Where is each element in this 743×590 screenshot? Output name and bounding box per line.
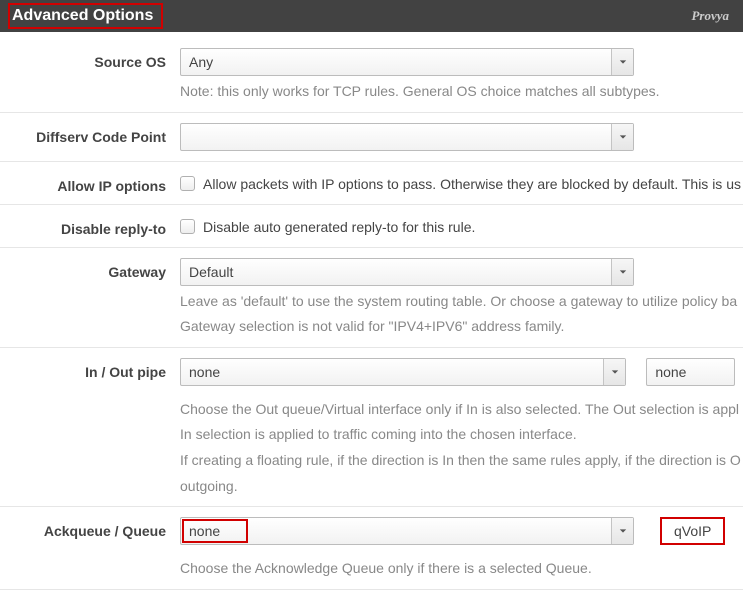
label-diffserv: Diffserv Code Point xyxy=(0,123,180,145)
chevron-down-icon xyxy=(611,259,633,285)
row-source-os: Source OS Any Note: this only works for … xyxy=(0,38,743,113)
row-pipe: In / Out pipe none none Choose the Out q… xyxy=(0,348,743,507)
chevron-down-icon xyxy=(611,49,633,75)
select-source-os[interactable]: Any xyxy=(180,48,634,76)
select-pipe-out-value: none xyxy=(655,364,686,380)
help-gateway-2: Gateway selection is not valid for "IPV4… xyxy=(180,317,735,337)
label-disable-reply: Disable reply-to xyxy=(0,215,180,237)
row-allow-ip: Allow IP options Allow packets with IP o… xyxy=(0,162,743,205)
select-pipe-in-value: none xyxy=(189,364,220,380)
select-ackqueue-right-value: qVoIP xyxy=(674,523,711,539)
help-pipe-4: outgoing. xyxy=(180,477,735,497)
select-source-os-value: Any xyxy=(189,54,213,70)
help-source-os: Note: this only works for TCP rules. Gen… xyxy=(180,82,735,102)
form-body: Source OS Any Note: this only works for … xyxy=(0,32,743,590)
row-diffserv: Diffserv Code Point xyxy=(0,113,743,162)
select-ackqueue-left-value: none xyxy=(189,523,220,539)
select-diffserv[interactable] xyxy=(180,123,634,151)
text-disable-reply: Disable auto generated reply-to for this… xyxy=(203,219,475,235)
panel-header: Advanced Options Provya xyxy=(0,0,743,32)
help-pipe-3: If creating a floating rule, if the dire… xyxy=(180,451,735,471)
label-pipe: In / Out pipe xyxy=(0,358,180,380)
brand-label: Provya xyxy=(691,8,729,24)
checkbox-allow-ip[interactable] xyxy=(180,176,195,191)
chevron-down-icon xyxy=(611,518,633,544)
select-pipe-out[interactable]: none xyxy=(646,358,735,386)
label-gateway: Gateway xyxy=(0,258,180,280)
help-gateway-1: Leave as 'default' to use the system rou… xyxy=(180,292,735,312)
panel-title: Advanced Options xyxy=(8,3,163,29)
select-gateway-value: Default xyxy=(189,264,233,280)
chevron-down-icon xyxy=(611,124,633,150)
label-ackqueue: Ackqueue / Queue xyxy=(0,517,180,539)
help-ackqueue: Choose the Acknowledge Queue only if the… xyxy=(180,559,735,579)
label-source-os: Source OS xyxy=(0,48,180,70)
select-pipe-in[interactable]: none xyxy=(180,358,626,386)
help-pipe-2: In selection is applied to traffic comin… xyxy=(180,425,735,445)
checkbox-disable-reply[interactable] xyxy=(180,219,195,234)
help-pipe-1: Choose the Out queue/Virtual interface o… xyxy=(180,400,735,420)
chevron-down-icon xyxy=(603,359,625,385)
label-allow-ip: Allow IP options xyxy=(0,172,180,194)
text-allow-ip: Allow packets with IP options to pass. O… xyxy=(203,176,741,192)
row-ackqueue: Ackqueue / Queue none qVoIP Choose the A… xyxy=(0,507,743,590)
row-gateway: Gateway Default Leave as 'default' to us… xyxy=(0,248,743,348)
select-gateway[interactable]: Default xyxy=(180,258,634,286)
row-disable-reply: Disable reply-to Disable auto generated … xyxy=(0,205,743,248)
